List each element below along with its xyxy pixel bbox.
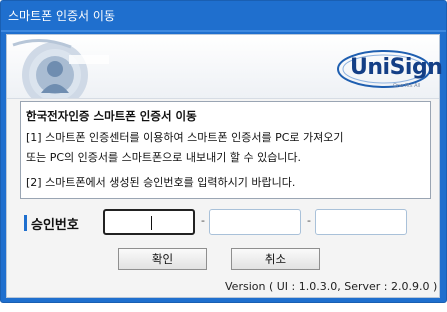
dialog-body: UniSign One fits All 한국전자인증 스마트폰 인증서 이동 …	[6, 34, 443, 298]
window-title: 스마트폰 인증서 이동	[8, 9, 115, 23]
brand-name: UniSign	[350, 55, 443, 80]
info-title: 한국전자인증 스마트폰 인증서 이동	[26, 109, 197, 123]
auth-separator-1: -	[201, 214, 205, 227]
auth-number-input-1[interactable]	[103, 209, 195, 235]
certificate-emblem-icon	[12, 39, 109, 98]
auth-number-label: 승인번호	[31, 218, 79, 233]
text-caret	[151, 216, 152, 230]
auth-number-input-3[interactable]	[315, 209, 407, 235]
brand-tagline: One fits All	[393, 83, 421, 89]
info-line-1: [1] 스마트폰 인증센터를 이용하여 스마트폰 인증서를 PC로 가져오기	[26, 131, 344, 144]
auth-separator-2: -	[307, 214, 311, 227]
version-info: Version ( UI : 1.0.3.0, Server : 2.0.9.0…	[225, 280, 438, 293]
confirm-button[interactable]: 확인	[118, 248, 207, 270]
cancel-button[interactable]: 취소	[231, 248, 320, 270]
info-line-3: [2] 스마트폰에서 생성된 승인번호를 입력하시기 바랍니다.	[26, 176, 296, 189]
dialog-window: 스마트폰 인증서 이동 UniSign One fits All 한국전자인증 …	[0, 0, 447, 303]
banner: UniSign One fits All	[7, 35, 443, 99]
info-line-2: 또는 PC의 인증서를 스마트폰으로 내보내기 할 수 있습니다.	[26, 151, 302, 164]
auth-number-row: 승인번호 - -	[20, 209, 430, 237]
unisign-logo: UniSign One fits All	[334, 49, 443, 93]
title-divider	[1, 30, 446, 32]
info-panel: 한국전자인증 스마트폰 인증서 이동 [1] 스마트폰 인증센터를 이용하여 스…	[20, 101, 431, 199]
auth-number-input-2[interactable]	[209, 209, 301, 235]
auth-label-marker	[24, 215, 27, 231]
title-bar[interactable]: 스마트폰 인증서 이동	[1, 1, 446, 32]
